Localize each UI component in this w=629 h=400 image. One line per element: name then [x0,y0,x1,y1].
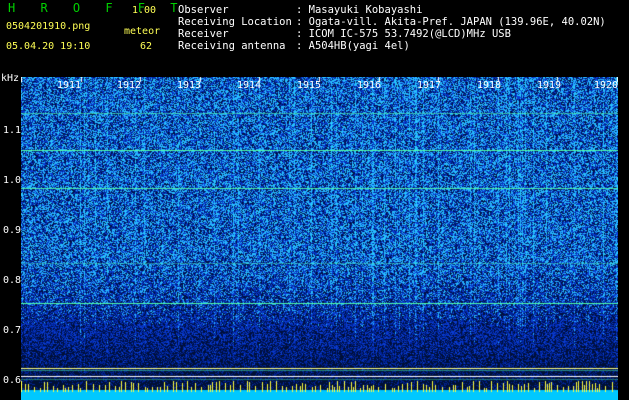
x-tick-label: 1916 [357,80,382,91]
capture-datetime: 05.04.20 19:10 [6,41,91,52]
x-tick-label: 1914 [237,80,262,91]
x-tick-label: 1917 [417,80,442,91]
x-tick-label: 1915 [297,80,322,91]
info-value-observer: : Masayuki Kobayashi [296,4,423,16]
hrofft-window: H R O F F T 1.00 0504201910.png 05.04.20 … [0,0,629,400]
detection-count: 62 [140,41,153,52]
x-tick-label: 1911 [57,80,82,91]
y-tick-label: 1.0 [3,175,22,186]
x-tick-label: 1913 [177,80,202,91]
y-axis-unit: kHz [1,73,20,84]
app-brand: H R O F F T 1.00 [8,1,187,16]
y-tick-label: 0.6 [3,375,22,386]
info-label-antenna: Receiving antenna [178,40,286,52]
info-label-receiver: Receiver [178,28,229,40]
spectrogram-plot [21,77,618,400]
y-tick-label: 0.9 [3,225,22,236]
x-tick-label: 1920 [594,80,619,91]
info-label-observer: Observer [178,4,229,16]
x-tick-label: 1912 [117,80,142,91]
y-tick-label: 1.1 [3,125,22,136]
info-value-location: : Ogata-vill. Akita-Pref. JAPAN (139.96E… [296,16,606,28]
detection-label: meteor [124,26,161,37]
x-tick-label: 1918 [477,80,502,91]
x-tick-label: 1919 [537,80,562,91]
y-tick-label: 0.8 [3,275,22,286]
spectrogram-canvas [21,77,618,400]
y-tick-label: 0.7 [3,325,22,336]
app-version: 1.00 [132,5,157,16]
file-name: 0504201910.png [6,21,91,32]
brand-name: H R O F F T [8,1,187,15]
info-value-antenna: : A504HB(yagi 4el) [296,40,410,52]
info-label-location: Receiving Location [178,16,292,28]
info-value-receiver: : ICOM IC-575 53.7492(@LCD)MHz USB [296,28,511,40]
